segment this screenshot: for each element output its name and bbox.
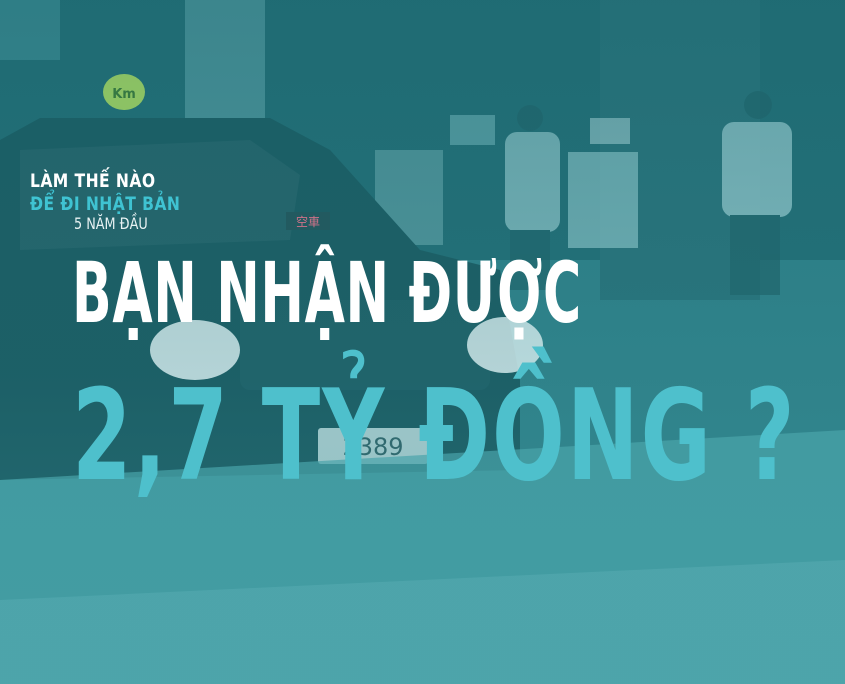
- headline-line-1: BẠN NHẬN ĐƯỢC: [72, 244, 582, 342]
- kicker-line-1: LÀM THẾ NÀO: [30, 170, 156, 192]
- kicker-line-2: ĐỂ ĐI NHẬT BẢN: [30, 193, 181, 215]
- headline-line-2: 2,7 TỶ ĐỒNG ?: [72, 362, 797, 509]
- subtitle: 5 NĂM ĐẦU: [74, 214, 148, 233]
- color-tint-overlay: [0, 0, 845, 684]
